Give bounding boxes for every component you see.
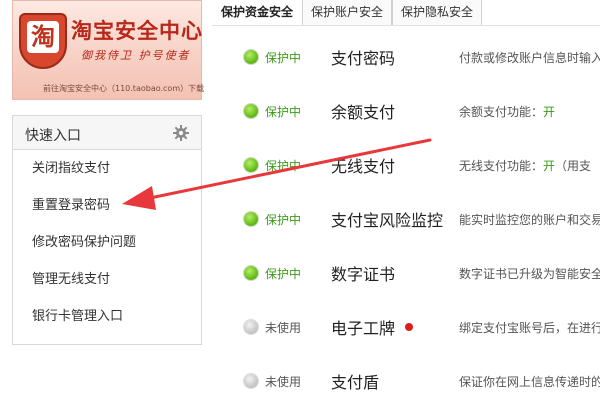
status-label: 保护中 (265, 267, 302, 281)
feature-name[interactable]: 支付密码 (331, 45, 395, 69)
status-label: 保护中 (265, 51, 302, 65)
protection-tabs: 保护资金安全 保护账户安全 保护隐私安全 (212, 0, 483, 26)
tab-fund-security[interactable]: 保护资金安全 (212, 0, 303, 26)
quick-entry-header: 快速入口 (13, 116, 201, 150)
desc-flag-on: 开 (543, 159, 556, 173)
status-label: 保护中 (265, 105, 302, 119)
feature-description: 保证你在网上信息传递时的 (459, 375, 600, 389)
feature-description: 能实时监控您的账户和交易 (459, 213, 600, 227)
quick-link-reset-login-password[interactable]: 重置登录密码 (13, 187, 201, 224)
quick-entry-title: 快速入口 (25, 128, 81, 144)
status-label: 未使用 (265, 321, 302, 335)
tabs-divider (212, 25, 600, 26)
status-on-icon (244, 266, 258, 280)
banner-download-link[interactable]: 前往淘宝安全中心（110.taobao.com）下载 (43, 83, 204, 94)
feature-description: 付款或修改账户信息时输入 (459, 51, 600, 65)
feature-row-digital-certificate[interactable]: 保护中 数字证书 数字证书已升级为智能安全 (230, 253, 600, 307)
desc-flag-on: 开 (543, 105, 556, 119)
quick-link-manage-wireless-pay[interactable]: 管理无线支付 (13, 261, 201, 298)
desc-text: 余额支付功能： (459, 105, 544, 119)
quick-link-change-security-question[interactable]: 修改密码保护问题 (13, 224, 201, 261)
feature-row-security-shield[interactable]: 未使用 支付盾 保证你在网上信息传递时的 (230, 361, 600, 400)
feature-description: 数字证书已升级为智能安全 (459, 267, 600, 281)
status-on-icon (244, 212, 258, 226)
desc-tail: （用支 (555, 159, 592, 173)
feature-list: 保护中 支付密码 付款或修改账户信息时输入 保护中 余额支付 余额支付功能：开 … (230, 37, 600, 400)
feature-description: 无线支付功能：开（用支 (459, 157, 591, 174)
status-on-icon (244, 104, 258, 118)
status-on-icon (244, 158, 258, 172)
feature-row-balance-pay[interactable]: 保护中 余额支付 余额支付功能：开 (230, 91, 600, 145)
quick-entry-list: 关闭指纹支付 重置登录密码 修改密码保护问题 管理无线支付 银行卡管理入口 (13, 150, 201, 335)
quick-link-close-fingerprint-pay[interactable]: 关闭指纹支付 (13, 150, 201, 187)
feature-name[interactable]: 无线支付 (331, 153, 395, 177)
status-label: 保护中 (265, 159, 302, 173)
feature-name[interactable]: 支付宝风险监控 (331, 207, 443, 231)
feature-name[interactable]: 支付盾 (331, 369, 379, 393)
gear-icon[interactable] (173, 125, 189, 141)
banner-slogan: 御我侍卫 护号使者 (81, 49, 191, 62)
feature-row-payment-password[interactable]: 保护中 支付密码 付款或修改账户信息时输入 (230, 37, 600, 91)
feature-row-wireless-pay[interactable]: 保护中 无线支付 无线支付功能：开（用支 (230, 145, 600, 199)
quick-link-bank-card-management[interactable]: 银行卡管理入口 (13, 298, 201, 335)
quick-entry-panel: 快速入口 关闭指纹支付 重置登录密码 修改密码保护问题 管理无线支付 银行卡管理… (12, 115, 202, 345)
tab-privacy-security[interactable]: 保护隐私安全 (392, 0, 483, 26)
feature-name[interactable]: 数字证书 (331, 261, 395, 285)
desc-text: 无线支付功能： (459, 159, 544, 173)
shield-logo-icon: 淘 (19, 13, 67, 69)
new-indicator-icon (405, 323, 413, 331)
feature-row-risk-monitor[interactable]: 保护中 支付宝风险监控 能实时监控您的账户和交易 (230, 199, 600, 253)
status-label: 保护中 (265, 213, 302, 227)
banner-title: 淘宝安全中心 (71, 19, 203, 43)
status-off-icon (244, 320, 258, 334)
feature-row-e-badge[interactable]: 未使用 电子工牌 绑定支付宝账号后，在进行 (230, 307, 600, 361)
status-off-icon (244, 374, 258, 388)
shield-logo-char: 淘 (27, 21, 59, 53)
feature-description: 绑定支付宝账号后，在进行 (459, 321, 600, 335)
feature-name[interactable]: 电子工牌 (331, 315, 395, 339)
feature-name[interactable]: 余额支付 (331, 99, 395, 123)
status-label: 未使用 (265, 375, 302, 389)
security-center-banner[interactable]: 淘 淘宝安全中心 御我侍卫 护号使者 前往淘宝安全中心（110.taobao.c… (12, 0, 204, 100)
feature-description: 余额支付功能：开 (459, 103, 555, 120)
tab-account-security[interactable]: 保护账户安全 (302, 0, 393, 26)
status-on-icon (244, 50, 258, 64)
